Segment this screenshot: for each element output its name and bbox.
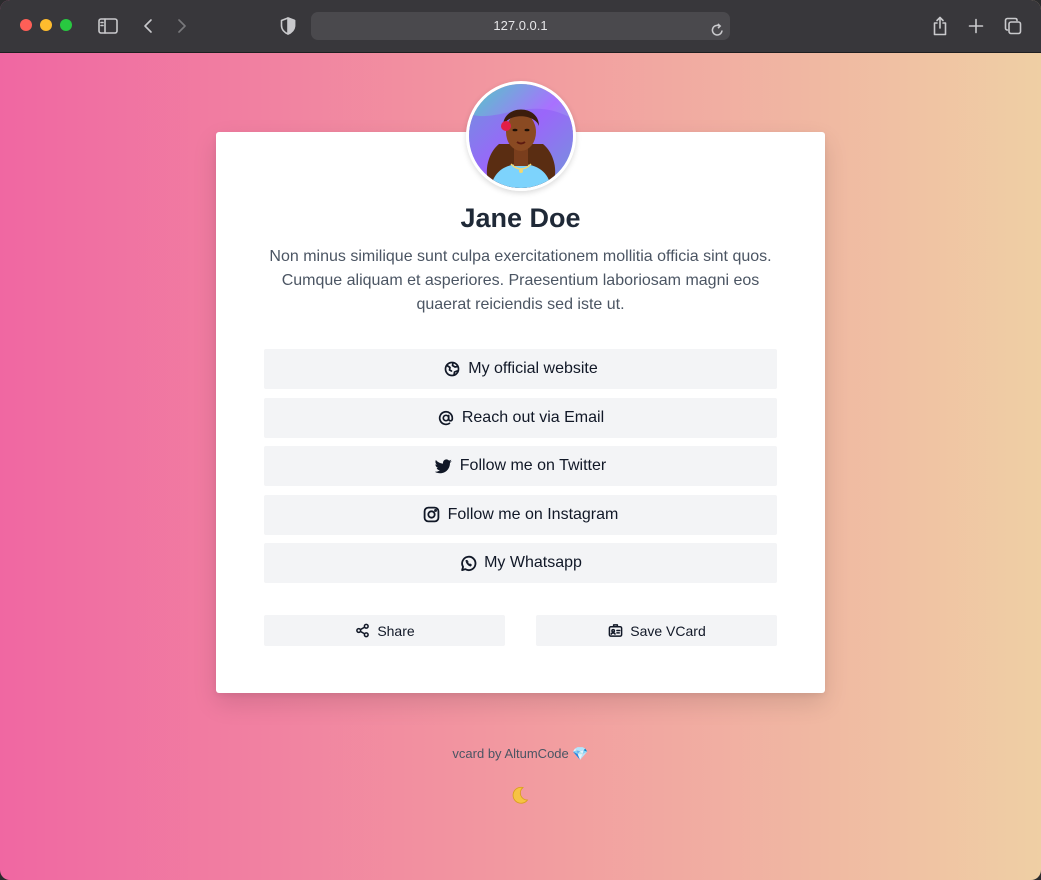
id-card-icon [607, 623, 623, 639]
url-text: 127.0.0.1 [493, 18, 548, 33]
link-official-website[interactable]: My official website [264, 349, 777, 389]
at-sign-icon [437, 409, 455, 427]
link-label: Reach out via Email [461, 408, 605, 426]
tab-overview-icon[interactable] [1001, 14, 1025, 38]
link-label: Follow me on Instagram [447, 505, 619, 523]
back-icon[interactable] [136, 14, 160, 38]
link-whatsapp[interactable]: My Whatsapp [264, 543, 777, 583]
whatsapp-icon [459, 554, 477, 572]
link-instagram[interactable]: Follow me on Instagram [264, 494, 777, 535]
profile-bio: Non minus similique sunt culpa exercitat… [269, 248, 772, 313]
gem-icon: 💎 [572, 746, 589, 761]
profile-name: Jane Doe [460, 203, 581, 233]
reload-icon[interactable] [711, 19, 724, 47]
share-button[interactable]: Share [264, 615, 505, 646]
dark-mode-toggle-icon[interactable] [509, 784, 531, 806]
forward-icon[interactable] [170, 14, 194, 38]
sidebar-toggle-icon[interactable] [96, 14, 120, 38]
address-bar[interactable]: 127.0.0.1 [311, 12, 730, 40]
links-list: My official website Reach out via Email … [264, 349, 777, 592]
save-vcard-button[interactable]: Save VCard [536, 615, 777, 646]
browser-toolbar: 127.0.0.1 [0, 0, 1041, 53]
actions-row: Share Save VCard [264, 615, 777, 646]
avatar [466, 81, 576, 191]
share-page-icon[interactable] [928, 14, 952, 38]
zoom-window-button[interactable] [60, 19, 72, 31]
save-vcard-label: Save VCard [630, 622, 706, 639]
link-twitter[interactable]: Follow me on Twitter [264, 446, 777, 486]
link-email[interactable]: Reach out via Email [264, 397, 777, 438]
globe-icon [443, 360, 461, 378]
minimize-window-button[interactable] [40, 19, 52, 31]
link-label: My official website [468, 360, 598, 377]
instagram-icon [423, 506, 441, 524]
footer-credit: vcard by AltumCode 💎 [0, 746, 1041, 762]
new-tab-icon[interactable] [964, 14, 988, 38]
share-label: Share [377, 622, 415, 639]
footer-credit-link[interactable]: vcard by AltumCode [452, 746, 568, 761]
browser-window: 127.0.0.1 Jane Doe Non minus similique s… [0, 0, 1041, 880]
share-icon [354, 623, 370, 639]
twitter-icon [435, 457, 453, 475]
link-label: My Whatsapp [484, 554, 582, 571]
close-window-button[interactable] [20, 19, 32, 31]
privacy-shield-icon[interactable] [276, 14, 300, 38]
link-label: Follow me on Twitter [459, 457, 607, 474]
